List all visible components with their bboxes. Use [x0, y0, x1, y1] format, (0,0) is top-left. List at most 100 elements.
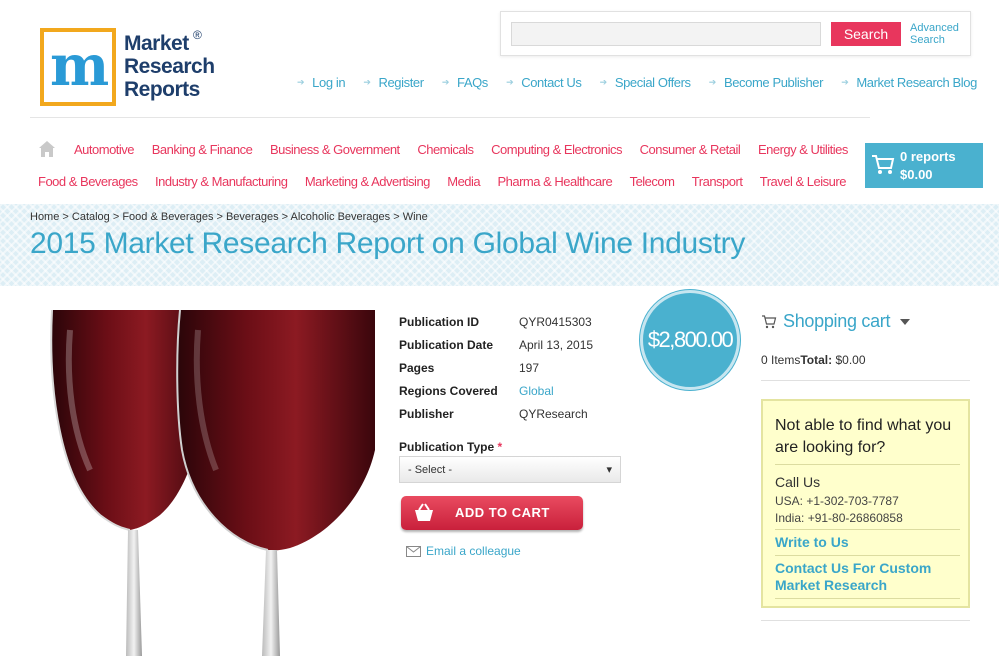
category-nav-row-1: Automotive Banking & Finance Business & Go… — [74, 142, 848, 157]
divider — [30, 117, 870, 118]
detail-label: Pages — [399, 360, 435, 375]
category-link[interactable]: Computing & Electronics — [491, 142, 622, 157]
required-mark: * — [497, 440, 503, 454]
detail-row: Publication ID QYR0415303 — [399, 310, 629, 333]
arrow-right-icon: ➔ — [441, 77, 450, 87]
top-link-label: Market Research Blog — [856, 75, 977, 90]
shopping-cart-heading: Shopping cart — [783, 311, 891, 331]
phone-usa: USA: +1-302-703-7787 — [775, 494, 899, 508]
detail-value: QYR0415303 — [519, 314, 592, 329]
category-link[interactable]: Automotive — [74, 142, 135, 157]
logo-line-2: Research — [124, 55, 215, 78]
search-button[interactable]: Search — [831, 22, 901, 46]
arrow-right-icon: ➔ — [506, 77, 514, 87]
cart-icon — [762, 314, 777, 328]
publication-type-select[interactable]: - Select - ▾ — [399, 456, 621, 483]
cart-total: $0.00 — [900, 167, 933, 182]
category-link[interactable]: Food & Beverages — [38, 174, 138, 189]
category-link[interactable]: Consumer & Retail — [640, 142, 741, 157]
arrow-right-icon: ➔ — [297, 77, 305, 87]
cart-summary: 0 ItemsTotal: $0.00 — [761, 353, 866, 367]
detail-value: 197 — [519, 360, 540, 375]
product-image — [30, 310, 375, 656]
category-link[interactable]: Business & Government — [270, 142, 400, 157]
advanced-search-line-1: Advanced — [910, 22, 959, 34]
category-link[interactable]: Banking & Finance — [152, 142, 253, 157]
category-link[interactable]: Marketing & Advertising — [305, 174, 431, 189]
registered-mark: ® — [193, 28, 202, 42]
detail-row: Publisher QYResearch — [399, 402, 629, 425]
category-link[interactable]: Energy & Utilities — [758, 142, 848, 157]
cart-icon — [872, 155, 895, 174]
logo-text: Market Research Reports — [124, 32, 215, 101]
arrow-right-icon: ➔ — [841, 77, 849, 87]
chevron-down-icon — [900, 318, 911, 325]
help-box: Not able to find what you are looking fo… — [761, 399, 970, 608]
email-colleague-label: Email a colleague — [426, 544, 521, 558]
write-to-us-link[interactable]: Write to Us — [775, 534, 849, 550]
detail-label: Publication ID — [399, 314, 480, 329]
email-colleague-link[interactable]: Email a colleague — [406, 544, 521, 558]
home-icon[interactable] — [38, 140, 56, 158]
search-input[interactable] — [511, 22, 821, 46]
cart-report-count: 0 reports — [900, 149, 956, 164]
top-link[interactable]: ➔ Become Publisher — [708, 75, 824, 90]
add-to-cart-button[interactable]: ADD TO CART — [401, 496, 583, 530]
divider — [761, 620, 970, 621]
top-link-label: Log in — [312, 75, 346, 90]
divider — [775, 598, 960, 599]
category-link[interactable]: Pharma & Healthcare — [497, 174, 612, 189]
top-link[interactable]: ➔ Contact Us — [506, 75, 582, 90]
top-link-label: Become Publisher — [723, 75, 824, 90]
publication-type-label-text: Publication Type — [399, 440, 495, 454]
top-link[interactable]: ➔ Log in — [297, 75, 346, 90]
help-heading: Not able to find what you are looking fo… — [775, 417, 952, 456]
shopping-cart-toggle[interactable]: Shopping cart — [761, 311, 911, 332]
category-link[interactable]: Telecom — [630, 174, 675, 189]
category-nav-row-2: Food & Beverages Industry & Manufacturing… — [38, 174, 846, 189]
advanced-search-link[interactable]: Advanced Search — [910, 22, 959, 46]
detail-label: Publisher — [399, 406, 454, 421]
publication-type-selected: - Select - — [408, 463, 453, 476]
basket-icon — [415, 503, 433, 521]
header-cart-button[interactable]: 0 reports $0.00 — [865, 143, 983, 188]
top-link[interactable]: ➔ Market Research Blog — [841, 75, 977, 90]
cart-total-value: $0.00 — [835, 353, 866, 367]
contact-custom-research-link[interactable]: Contact Us For Custom Market Research — [775, 560, 960, 594]
top-link[interactable]: ➔ Special Offers — [600, 75, 691, 90]
category-link[interactable]: Media — [447, 174, 480, 189]
divider — [761, 380, 970, 381]
arrow-right-icon: ➔ — [363, 77, 371, 87]
top-link-label: FAQs — [457, 75, 488, 90]
divider — [775, 555, 960, 556]
detail-label: Publication Date — [399, 337, 494, 352]
page-title: 2015 Market Research Report on Global Wi… — [30, 227, 746, 260]
site-logo[interactable]: m Market Research Reports ® — [40, 28, 215, 110]
category-link[interactable]: Industry & Manufacturing — [155, 174, 288, 189]
category-link[interactable]: Chemicals — [417, 142, 474, 157]
phone-india: India: +91-80-26860858 — [775, 511, 903, 525]
call-us-heading: Call Us — [775, 474, 821, 490]
publication-details: Publication ID QYR0415303 Publication Date… — [399, 310, 629, 425]
cart-total-label: Total: — [800, 353, 833, 367]
detail-value-link[interactable]: Global — [519, 384, 554, 398]
page: m Market Research Reports ® Search Advan… — [0, 0, 999, 656]
category-link[interactable]: Transport — [692, 174, 743, 189]
logo-line-3: Reports — [124, 78, 200, 101]
top-link[interactable]: ➔ Register — [363, 75, 424, 90]
top-nav: ➔ Log in ➔ Register ➔ FAQs ➔ Contact Us ➔ Special… — [297, 75, 977, 90]
search-box: Search Advanced Search — [500, 11, 971, 56]
title-banner: Home > Catalog > Food & Beverages > Beve… — [0, 204, 999, 286]
mail-icon — [406, 545, 421, 557]
detail-row: Regions Covered Global — [399, 379, 629, 402]
breadcrumb[interactable]: Home > Catalog > Food & Beverages > Beve… — [30, 211, 428, 223]
advanced-search-line-2: Search — [910, 34, 945, 46]
detail-row: Publication Date April 13, 2015 — [399, 333, 629, 356]
category-link[interactable]: Travel & Leisure — [760, 174, 847, 189]
detail-value: April 13, 2015 — [519, 337, 594, 352]
detail-label: Regions Covered — [399, 383, 498, 398]
detail-value: QYResearch — [519, 406, 588, 421]
cart-items: 0 Items — [761, 353, 801, 367]
arrow-right-icon: ➔ — [708, 77, 717, 87]
top-link[interactable]: ➔ FAQs — [442, 75, 488, 90]
